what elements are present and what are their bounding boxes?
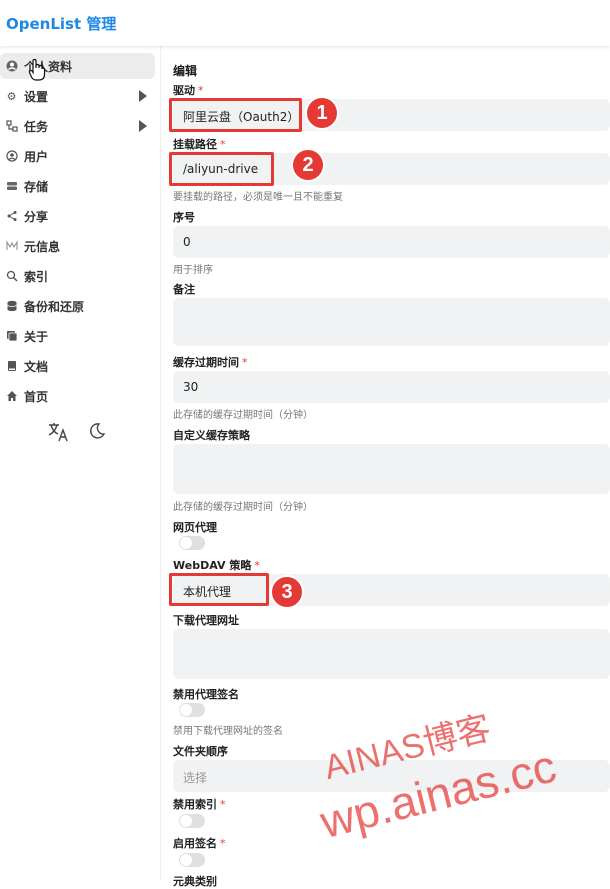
order-value: 0: [183, 235, 191, 249]
annotation-box-webdav-policy: [169, 573, 269, 606]
sidebar-item-storage[interactable]: 存储: [0, 173, 155, 199]
disable-index-label: 禁用索引 *: [173, 798, 226, 811]
cache-expiration-help: 此存储的缓存过期时间（分钟）: [173, 410, 313, 421]
sidebar-item-label: 关于: [24, 329, 49, 344]
webdav-policy-label: WebDAV 策略 *: [173, 559, 260, 572]
order-help: 用于排序: [173, 265, 213, 276]
cache-expiration-input[interactable]: 30: [173, 371, 610, 403]
sidebar-item-label: 分享: [24, 209, 49, 224]
translate-icon[interactable]: [48, 422, 70, 447]
app-title[interactable]: OpenList 管理: [6, 13, 116, 34]
sidebar-item-label: 用户: [24, 149, 49, 164]
expand-arrow-icon[interactable]: [139, 90, 147, 102]
disable-index-toggle[interactable]: [179, 814, 205, 828]
order-label: 序号: [173, 211, 195, 224]
download-proxy-url-label: 下载代理网址: [173, 614, 239, 627]
profile-icon: [5, 60, 18, 73]
annotation-badge-1: 1: [305, 96, 339, 130]
form-title: 编辑: [173, 64, 198, 78]
sidebar-item-docs[interactable]: 文档: [0, 353, 155, 379]
web-proxy-label: 网页代理: [173, 521, 217, 534]
book-icon: [5, 360, 18, 373]
custom-cache-policy-help: 此存储的缓存过期时间（分钟）: [173, 502, 313, 513]
share-icon: [5, 210, 18, 223]
web-proxy-toggle[interactable]: [179, 536, 205, 550]
folder-order-label: 文件夹顺序: [173, 745, 228, 758]
disable-proxy-sign-help: 禁用下载代理网址的签名: [173, 726, 283, 737]
home-icon: [5, 390, 18, 403]
sidebar-item-label: 元信息: [24, 239, 61, 254]
sidebar-item-label: 索引: [24, 269, 49, 284]
driver-label: 驱动 *: [173, 84, 204, 97]
moon-icon[interactable]: [88, 422, 106, 447]
disable-proxy-sign-toggle[interactable]: [179, 703, 205, 717]
custom-cache-policy-textarea[interactable]: [173, 444, 610, 494]
cache-expiration-value: 30: [183, 380, 199, 394]
expand-arrow-icon[interactable]: [139, 120, 147, 132]
remark-label: 备注: [173, 283, 195, 296]
about-icon: [5, 330, 18, 343]
sidebar-item-settings[interactable]: ⚙ 设置: [0, 83, 155, 109]
annotation-box-mount-path: [169, 152, 274, 186]
custom-cache-policy-label: 自定义缓存策略: [173, 429, 250, 442]
gear-icon: ⚙: [6, 89, 17, 103]
mount-path-label: 挂载路径 *: [173, 138, 226, 151]
sidebar-item-label: 任务: [24, 119, 49, 134]
enable-sign-toggle[interactable]: [179, 853, 205, 867]
sidebar-item-label: 设置: [24, 89, 49, 104]
sidebar-item-users[interactable]: 用户: [0, 143, 155, 169]
folder-order-placeholder: 选择: [183, 771, 208, 785]
sidebar-item-label: 存储: [24, 179, 49, 194]
storage-icon: [5, 180, 18, 193]
search-icon: [5, 270, 18, 283]
annotation-badge-3: 3: [270, 575, 304, 609]
next-field-label: 元典类别: [173, 875, 217, 888]
sidebar-item-label: 备份和还原: [24, 299, 85, 314]
sidebar-item-profile[interactable]: 个人资料: [0, 53, 155, 79]
mount-path-help: 要挂载的路径，必须是唯一且不能重复: [173, 192, 343, 203]
cache-expiration-label: 缓存过期时间 *: [173, 356, 248, 369]
user-icon: [5, 150, 18, 163]
sidebar-item-label: 首页: [24, 389, 49, 404]
sidebar-item-share[interactable]: 分享: [0, 203, 155, 229]
sidebar-item-about[interactable]: 关于: [0, 323, 155, 349]
enable-sign-label: 启用签名 *: [173, 837, 226, 850]
disable-proxy-sign-label: 禁用代理签名: [173, 688, 239, 701]
sidebar-item-index[interactable]: 索引: [0, 263, 155, 289]
app-header: OpenList 管理: [0, 0, 610, 46]
sidebar: 个人资料 ⚙ 设置 任务 用户 存储 分享 元信息 索引 备份和还原 关于 文档…: [0, 46, 161, 881]
sidebar-item-home[interactable]: 首页: [0, 383, 155, 409]
tasks-icon: [5, 120, 18, 133]
database-icon: [5, 300, 18, 313]
hand-cursor-icon: [28, 58, 46, 86]
meta-icon: [5, 240, 18, 253]
sidebar-tools: [48, 422, 106, 447]
sidebar-item-tasks[interactable]: 任务: [0, 113, 155, 139]
remark-textarea[interactable]: [173, 298, 610, 346]
sidebar-item-backup[interactable]: 备份和还原: [0, 293, 155, 319]
annotation-badge-2: 2: [291, 148, 325, 182]
order-input[interactable]: 0: [173, 226, 610, 258]
annotation-box-driver: [169, 98, 302, 132]
sidebar-item-metadata[interactable]: 元信息: [0, 233, 155, 259]
download-proxy-url-textarea[interactable]: [173, 629, 610, 679]
sidebar-item-label: 文档: [24, 359, 49, 374]
